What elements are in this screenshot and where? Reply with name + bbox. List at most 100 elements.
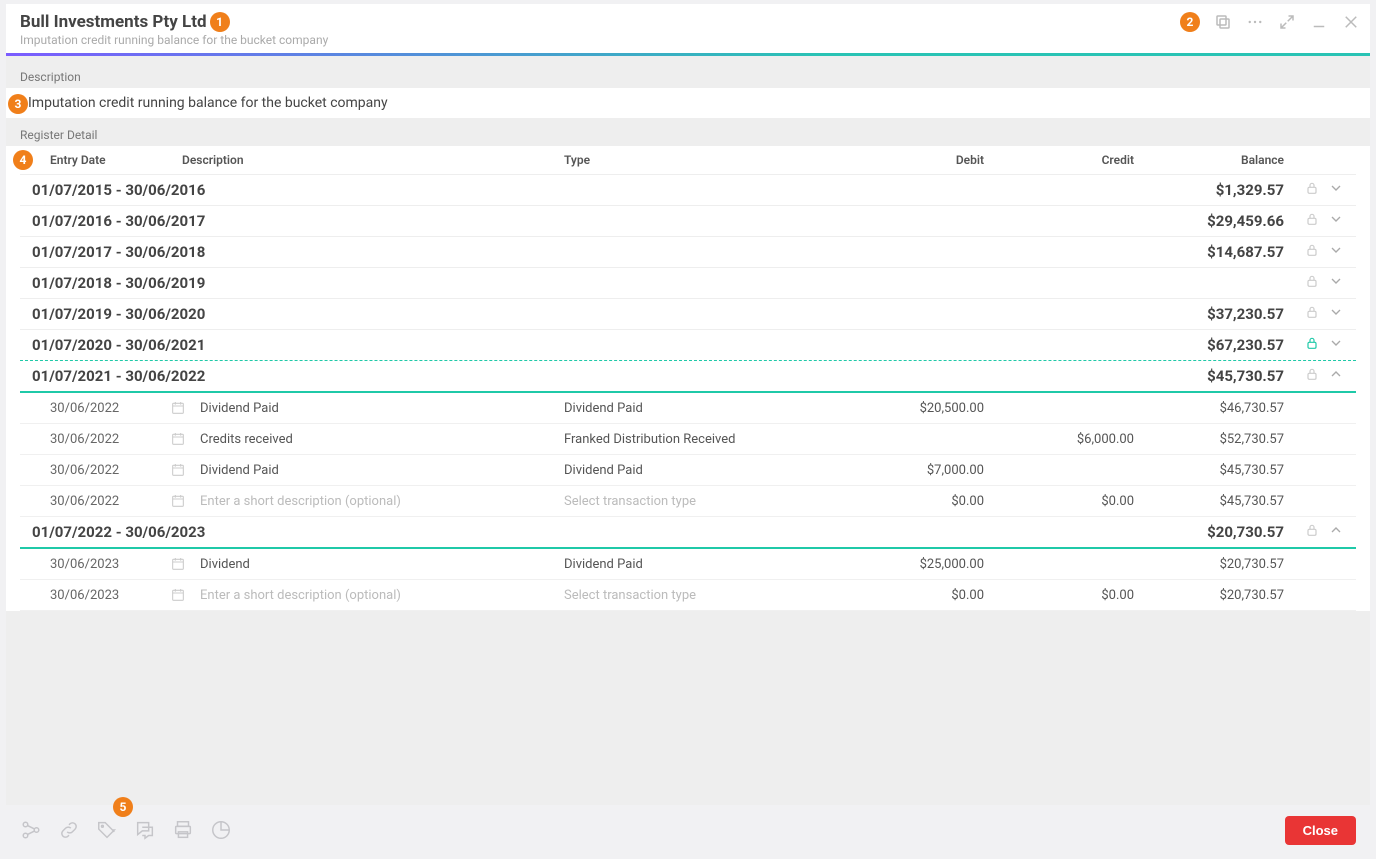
tx-type-select[interactable]: Select transaction type [564, 494, 824, 509]
period-range: 01/07/2021 - 30/06/2022 [32, 367, 1134, 385]
tx-balance: $45,730.57 [1134, 494, 1284, 509]
lock-icon[interactable] [1304, 242, 1320, 262]
tx-date[interactable]: 30/06/2022 [50, 463, 170, 478]
transaction-row[interactable]: 30/06/2022 Dividend Paid Dividend Paid $… [20, 393, 1356, 424]
tag-icon[interactable] [96, 819, 118, 841]
tx-type[interactable]: Dividend Paid [564, 401, 824, 416]
period-row[interactable]: 01/07/2018 - 30/06/2019 [20, 268, 1356, 299]
period-row[interactable]: 01/07/2020 - 30/06/2021 $67,230.57 [20, 330, 1356, 361]
annotation-badge-2: 2 [1180, 12, 1200, 32]
description-input[interactable]: Imputation credit running balance for th… [20, 88, 1356, 118]
tx-date[interactable]: 30/06/2022 [50, 401, 170, 416]
close-icon[interactable] [1342, 13, 1360, 31]
tx-date[interactable]: 30/06/2023 [50, 557, 170, 572]
period-row[interactable]: 01/07/2019 - 30/06/2020 $37,230.57 [20, 299, 1356, 330]
print-icon[interactable] [172, 819, 194, 841]
minimize-icon[interactable] [1310, 13, 1328, 31]
lock-icon[interactable] [1304, 366, 1320, 386]
transaction-row[interactable]: 30/06/2022 Dividend Paid Dividend Paid $… [20, 455, 1356, 486]
period-balance: $67,230.57 [1134, 336, 1284, 354]
period-range: 01/07/2015 - 30/06/2016 [32, 181, 1134, 199]
lock-icon[interactable] [1304, 304, 1320, 324]
tx-description-input[interactable]: Enter a short description (optional) [200, 588, 564, 603]
period-range: 01/07/2017 - 30/06/2018 [32, 243, 1134, 261]
period-row[interactable]: 01/07/2017 - 30/06/2018 $14,687.57 [20, 237, 1356, 268]
links-icon[interactable] [20, 819, 42, 841]
period-row[interactable]: 01/07/2021 - 30/06/2022 $45,730.57 [20, 361, 1356, 393]
period-row[interactable]: 01/07/2015 - 30/06/2016 $1,329.57 [20, 175, 1356, 206]
tx-credit[interactable]: $0.00 [984, 588, 1134, 603]
tx-type[interactable]: Dividend Paid [564, 557, 824, 572]
tx-debit[interactable]: $20,500.00 [824, 401, 984, 416]
calendar-icon[interactable] [170, 431, 200, 447]
tx-credit[interactable]: $0.00 [984, 494, 1134, 509]
tx-balance: $46,730.57 [1134, 401, 1284, 416]
col-balance: Balance [1134, 153, 1284, 167]
tx-description[interactable]: Dividend Paid [200, 463, 564, 478]
tx-date[interactable]: 30/06/2022 [50, 494, 170, 509]
period-balance: $1,329.57 [1134, 181, 1284, 199]
transaction-row[interactable]: 30/06/2023 Dividend Dividend Paid $25,00… [20, 549, 1356, 580]
chart-icon[interactable] [210, 819, 232, 841]
tx-type[interactable]: Dividend Paid [564, 463, 824, 478]
col-debit: Debit [824, 153, 984, 167]
chevron-down-icon[interactable] [1328, 180, 1344, 200]
register-window: Bull Investments Pty Ltd 1 Imputation cr… [6, 4, 1370, 855]
tx-description[interactable]: Dividend [200, 557, 564, 572]
col-description: Description [182, 153, 564, 167]
lock-icon[interactable] [1304, 180, 1320, 200]
calendar-icon[interactable] [170, 587, 200, 603]
tx-type-select[interactable]: Select transaction type [564, 588, 824, 603]
tx-debit[interactable]: $7,000.00 [824, 463, 984, 478]
annotation-badge-5: 5 [113, 797, 133, 817]
lock-icon[interactable] [1304, 211, 1320, 231]
lock-icon[interactable] [1304, 522, 1320, 542]
tx-description-input[interactable]: Enter a short description (optional) [200, 494, 564, 509]
attachment-icon[interactable] [58, 819, 80, 841]
duplicate-icon[interactable] [1214, 13, 1232, 31]
comment-icon[interactable] [134, 819, 156, 841]
chevron-down-icon[interactable] [1328, 211, 1344, 231]
tx-description[interactable]: Credits received [200, 432, 564, 447]
period-balance: $45,730.57 [1134, 367, 1284, 385]
chevron-down-icon[interactable] [1328, 304, 1344, 324]
tx-type[interactable]: Franked Distribution Received [564, 432, 824, 447]
tx-debit[interactable]: $25,000.00 [824, 557, 984, 572]
lock-icon[interactable] [1304, 335, 1320, 355]
page-subtitle: Imputation credit running balance for th… [20, 33, 1177, 47]
tx-debit[interactable]: $0.00 [824, 588, 984, 603]
chevron-up-icon[interactable] [1328, 522, 1344, 542]
period-row[interactable]: 01/07/2022 - 30/06/2023 $20,730.57 [20, 517, 1356, 549]
chevron-down-icon[interactable] [1328, 335, 1344, 355]
tx-date[interactable]: 30/06/2022 [50, 432, 170, 447]
col-credit: Credit [984, 153, 1134, 167]
annotation-badge-1: 1 [210, 12, 230, 32]
description-label: Description [6, 56, 1370, 88]
tx-credit[interactable]: $6,000.00 [984, 432, 1134, 447]
chevron-down-icon[interactable] [1328, 273, 1344, 293]
transaction-row[interactable]: 30/06/2022 Credits received Franked Dist… [20, 424, 1356, 455]
period-row[interactable]: 01/07/2016 - 30/06/2017 $29,459.66 [20, 206, 1356, 237]
period-balance: $14,687.57 [1134, 243, 1284, 261]
lock-icon[interactable] [1304, 273, 1320, 293]
tx-description[interactable]: Dividend Paid [200, 401, 564, 416]
footer-bar: 5 Close [6, 805, 1370, 855]
close-button[interactable]: Close [1285, 816, 1356, 845]
more-icon[interactable] [1246, 13, 1264, 31]
tx-date[interactable]: 30/06/2023 [50, 588, 170, 603]
tx-debit[interactable]: $0.00 [824, 494, 984, 509]
period-range: 01/07/2018 - 30/06/2019 [32, 274, 1134, 292]
calendar-icon[interactable] [170, 462, 200, 478]
annotation-badge-4: 4 [13, 150, 33, 170]
annotation-badge-3: 3 [8, 94, 28, 114]
footer-tools: 5 [20, 819, 232, 841]
period-range: 01/07/2016 - 30/06/2017 [32, 212, 1134, 230]
chevron-down-icon[interactable] [1328, 242, 1344, 262]
calendar-icon[interactable] [170, 556, 200, 572]
transaction-row[interactable]: 30/06/2022 Enter a short description (op… [20, 486, 1356, 517]
transaction-row[interactable]: 30/06/2023 Enter a short description (op… [20, 580, 1356, 611]
calendar-icon[interactable] [170, 493, 200, 509]
calendar-icon[interactable] [170, 400, 200, 416]
chevron-up-icon[interactable] [1328, 366, 1344, 386]
expand-icon[interactable] [1278, 13, 1296, 31]
